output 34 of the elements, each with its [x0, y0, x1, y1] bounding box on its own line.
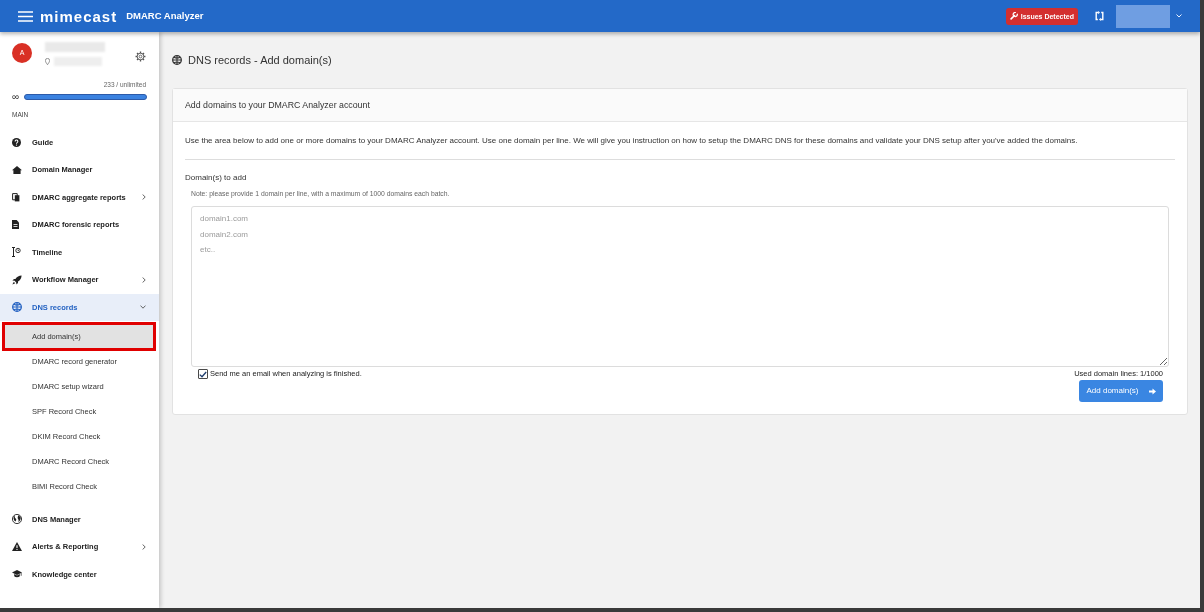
help-icon — [12, 137, 21, 147]
page-title: DNS records - Add domain(s) — [188, 54, 332, 66]
add-domains-button[interactable]: Add domain(s) — [1079, 380, 1163, 402]
email-checkbox[interactable] — [198, 369, 208, 379]
domains-textarea[interactable]: domain1.com domain2.com etc.. — [191, 206, 1169, 367]
globe-icon — [12, 302, 22, 313]
chevron-right-icon — [142, 194, 146, 201]
app-title: DMARC Analyzer — [126, 11, 204, 21]
check-icon — [199, 370, 207, 378]
logo: mimecast — [40, 8, 118, 24]
timeline-icon — [12, 247, 21, 258]
globe-icon — [172, 55, 182, 65]
redacted-account-name — [1116, 4, 1170, 28]
chevron-down-icon — [140, 305, 146, 310]
chevron-right-icon — [142, 543, 146, 550]
intro-text: Use the area below to add one or more domains to your DMARC Analyzer account. Use one domain per line. We will give you instruction on how to setup the DMARC DNS for these domains and validate your DNS setup after you've added the domains. — [185, 135, 1079, 147]
chevron-down-icon[interactable] — [1176, 14, 1182, 18]
globe-icon — [12, 514, 22, 525]
chevron-right-icon — [142, 276, 146, 283]
rocket-icon — [12, 274, 22, 285]
file-icon — [12, 220, 19, 230]
arrow-right-icon — [1148, 387, 1156, 395]
field-label: Domain(s) to add — [185, 174, 247, 182]
warning-icon — [12, 542, 22, 552]
settings-icon[interactable] — [135, 51, 146, 62]
card-title: Add domains to your DMARC Analyzer account — [185, 100, 370, 110]
wrench-icon — [1009, 12, 1018, 20]
menu-icon[interactable] — [18, 10, 33, 22]
sync-icon[interactable] — [1095, 11, 1104, 21]
copy-icon — [12, 192, 20, 202]
infinity-symbol: ∞ — [12, 92, 21, 102]
house-icon — [12, 165, 22, 174]
location-pin-icon — [45, 58, 50, 65]
graduation-cap-icon — [12, 570, 22, 579]
